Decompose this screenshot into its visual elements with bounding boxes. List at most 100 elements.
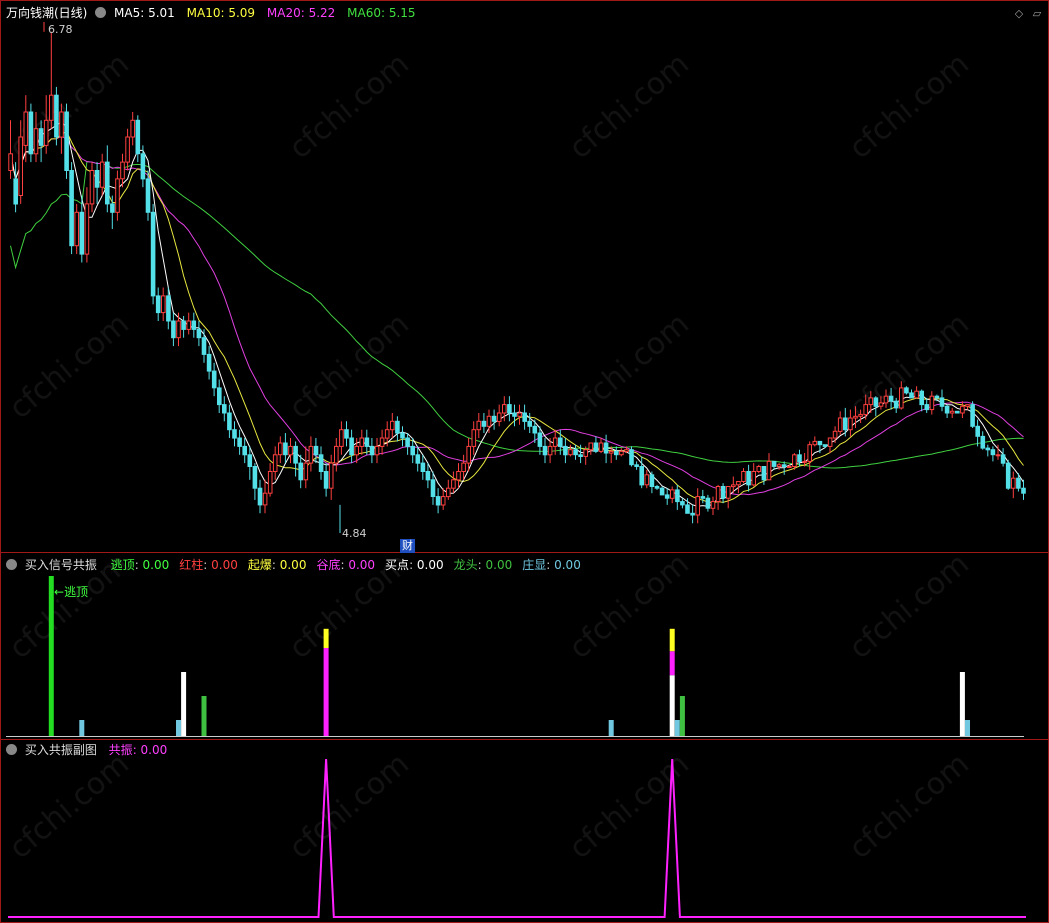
candle-body — [496, 412, 502, 422]
resonance-value: 0.00 — [140, 743, 168, 757]
signal-item-sep: : — [134, 558, 143, 572]
candle-body — [69, 170, 74, 247]
candle-body — [201, 337, 207, 355]
candle-body — [583, 449, 589, 457]
chart-window: cfchi.com cfchi.com cfchi.com cfchi.com cfch… — [0, 0, 1049, 923]
candle-body — [1005, 462, 1011, 489]
dropdown-icon[interactable] — [6, 559, 17, 570]
candle-body — [237, 437, 242, 447]
ma20-line — [10, 135, 1024, 496]
signal-item-4: 买点: 0.00 — [385, 558, 444, 572]
ma5-label: MA5: 5.01 — [114, 6, 175, 20]
candle-body — [28, 111, 34, 155]
candle-body — [400, 432, 405, 439]
candle-body — [242, 445, 247, 456]
candle-body — [893, 400, 899, 409]
signal-item-name: 龙头 — [453, 558, 478, 572]
resonance-name: 共振 — [108, 743, 133, 757]
watermark-text: cfchi.com — [283, 306, 416, 426]
cai-badge[interactable]: 财 — [400, 539, 415, 553]
candle-body — [573, 449, 578, 456]
candle-body — [517, 412, 522, 417]
candle-body — [899, 387, 904, 409]
signal-item-6: 庄显: 0.00 — [522, 558, 581, 572]
candle-body — [33, 128, 39, 155]
dropdown-icon[interactable] — [6, 744, 17, 755]
candle-body — [288, 445, 293, 456]
candle-body — [822, 444, 828, 447]
candle-body — [634, 464, 639, 467]
signal-item-sep: : — [203, 558, 212, 572]
candle-body — [140, 153, 146, 180]
chart-canvas[interactable]: cfchi.com cfchi.com cfchi.com cfchi.com cfch… — [0, 0, 1049, 923]
candle-body — [960, 405, 965, 414]
candle-body — [934, 395, 940, 399]
signal-item-name: 买点 — [385, 558, 410, 572]
candle-body — [868, 397, 874, 406]
signal-bar — [669, 628, 675, 652]
cai-text: 财 — [402, 539, 413, 552]
candle-body — [853, 415, 858, 419]
candle-body — [807, 444, 813, 462]
candle-body — [54, 94, 59, 138]
candle-body — [700, 496, 706, 499]
signal-bar — [608, 720, 614, 736]
candle-body — [303, 462, 309, 481]
candle-body — [659, 487, 665, 496]
candle-body — [1000, 454, 1006, 464]
candle-body — [451, 479, 456, 489]
candle-body — [232, 429, 237, 439]
candle-body — [374, 445, 380, 456]
candle-body — [761, 466, 767, 481]
candle-body — [771, 460, 777, 467]
candle-body — [726, 486, 731, 499]
candle-body — [827, 437, 833, 447]
candle-body — [38, 128, 44, 146]
candle-body — [690, 512, 695, 516]
candle-body — [710, 501, 716, 509]
annotation-text: 逃顶 — [64, 585, 89, 599]
signal-item-name: 起爆 — [247, 558, 272, 572]
candle-body — [965, 404, 970, 407]
candle-body — [649, 474, 655, 487]
candle-body — [115, 178, 120, 213]
candle-body — [588, 442, 594, 451]
candle-body — [848, 417, 853, 431]
candle-body — [664, 494, 670, 499]
candle-body — [84, 203, 90, 255]
candle-body — [1021, 487, 1026, 494]
diamond-icon[interactable]: ◇ — [1012, 6, 1026, 20]
candle-body — [446, 487, 451, 498]
candle-body — [939, 397, 945, 407]
candle-body — [466, 445, 471, 464]
candle-body — [731, 484, 736, 488]
candle-body — [252, 466, 258, 489]
expand-icon[interactable]: ▱ — [1030, 6, 1044, 20]
candle-body — [741, 471, 746, 482]
candle-body — [298, 462, 303, 481]
candle-body — [359, 437, 365, 447]
candle-body — [558, 437, 563, 447]
signal-bar — [181, 672, 187, 736]
candle-body — [89, 170, 95, 205]
candle-body — [812, 440, 818, 446]
ma10-line — [10, 130, 1024, 504]
candle-body — [608, 450, 614, 454]
signal-bar — [176, 720, 181, 736]
candle-body — [425, 471, 431, 481]
watermark-text: cfchi.com — [843, 306, 976, 426]
candle-body — [797, 454, 802, 462]
candle-body — [944, 405, 950, 414]
candle-body — [619, 450, 624, 456]
dropdown-icon[interactable] — [95, 7, 107, 18]
signal-bar — [669, 675, 675, 736]
candle-body — [863, 404, 869, 416]
candle-body — [349, 437, 354, 456]
candle-body — [929, 395, 935, 411]
candle-body — [369, 445, 375, 456]
signal-item-0: 逃顶: 0.00 — [111, 558, 170, 572]
candle-body — [873, 397, 879, 407]
candle-body — [990, 449, 996, 456]
candle-body — [262, 492, 268, 506]
annotation-arrow: ← — [54, 585, 65, 599]
